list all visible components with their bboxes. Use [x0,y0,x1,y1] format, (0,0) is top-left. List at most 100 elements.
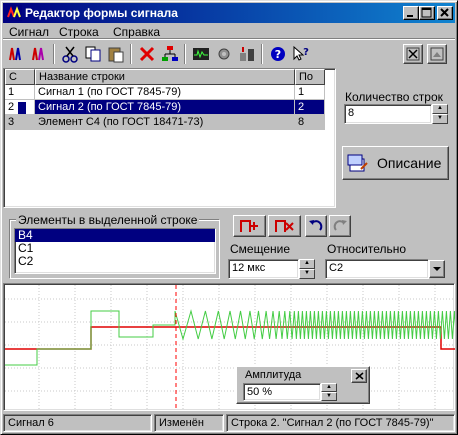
signal-trace-green [5,309,455,366]
toolbar-separator [261,44,263,64]
toolbar-separator [130,44,132,64]
spinner-up-icon[interactable]: ▲ [299,259,315,269]
signal-display[interactable] [3,283,455,411]
menu-help[interactable]: Справка [113,25,160,39]
remove-element-icon [275,220,294,232]
context-help-button[interactable]: ? [290,43,312,65]
delete-icon [139,46,155,62]
offset-spinner[interactable]: ▲ ▼ [299,259,315,279]
toolbar-separator [53,44,55,64]
amplitude-close-button[interactable] [351,369,367,383]
list-item[interactable]: C1 [15,242,215,255]
context-help-icon: ? [293,45,309,61]
settings-icon [218,48,230,60]
minimize-panel-button[interactable] [427,44,447,64]
signal-delete-icon [32,47,44,61]
relative-select[interactable]: C2 [325,259,429,279]
undo-button[interactable] [305,215,327,237]
signal-delete-button[interactable] [28,43,50,65]
minimize-panel-icon [430,47,444,61]
status-row: Строка 2. "Сигнал 2 (по ГОСТ 7845-79)" [226,414,455,432]
svg-text:?: ? [275,48,281,61]
minimize-button[interactable] [403,6,419,20]
spinner-up-icon[interactable]: ▲ [321,383,337,392]
list-item[interactable]: C2 [15,255,215,268]
spinner-up-icon[interactable]: ▲ [432,104,448,114]
table-cell-po: 2 [295,100,325,115]
copy-button[interactable] [82,43,104,65]
menu-row[interactable]: Строка [59,25,99,39]
rows-table[interactable]: С Название строки По 1 Сигнал 1 (по ГОСТ… [3,68,336,208]
offset-input[interactable]: 12 мкс [228,259,299,279]
offset-label: Смещение [230,242,291,256]
settings-button[interactable] [213,43,235,65]
column-header-name[interactable]: Название строки [35,69,295,85]
oscilloscope-icon [193,48,209,60]
signal-add-button[interactable] [5,43,27,65]
amplitude-spinner[interactable]: ▲ ▼ [321,383,337,401]
close-button[interactable] [437,6,453,20]
copy-icon [85,46,101,62]
export-button[interactable] [236,43,258,65]
maximize-icon [421,7,432,18]
oscilloscope-button[interactable] [190,43,212,65]
list-item[interactable]: B4 [15,229,215,242]
undo-icon [309,220,323,231]
table-cell-c: 1 [5,85,35,100]
amplitude-input[interactable]: 50 % [243,383,321,401]
status-state: Изменён [154,414,224,432]
table-cell-name: Элемент С4 (по ГОСТ 18471-73) [35,115,295,130]
column-header-po[interactable]: По [295,69,325,85]
table-cell-po: 8 [295,115,325,130]
table-cell-po: 1 [295,85,325,100]
window-title: Редактор формы сигнала [25,6,178,20]
status-signal: Сигнал 6 [3,414,152,432]
signal-plot [5,285,455,411]
spinner-down-icon[interactable]: ▼ [432,114,448,124]
close-panel-button[interactable] [403,44,423,64]
paste-button[interactable] [105,43,127,65]
help-button[interactable]: ? [267,43,289,65]
spinner-down-icon[interactable]: ▼ [321,392,337,401]
column-header-c[interactable]: С [5,69,35,85]
redo-icon [333,220,347,231]
description-button-label: Описание [377,155,442,171]
app-logo-icon [6,5,22,21]
remove-element-button[interactable] [268,215,301,237]
toolbar: ? ? [3,38,455,68]
elements-group-title: Элементы в выделенной строке [16,213,200,227]
description-button[interactable]: Описание [342,146,449,180]
close-icon [355,372,364,380]
menu-signal[interactable]: Сигнал [9,25,49,39]
row-cursor [18,102,26,114]
redo-button[interactable] [329,215,351,237]
export-icon [240,47,254,61]
amplitude-panel[interactable]: Амплитуда 50 % ▲ ▼ [236,366,370,404]
table-cell-c: 3 [5,115,35,130]
minimize-icon [407,15,413,17]
delete-button[interactable] [136,43,158,65]
table-cell-name: Сигнал 1 (по ГОСТ 7845-79) [35,85,295,100]
title-bar[interactable]: Редактор формы сигнала [3,3,455,23]
add-element-button[interactable] [233,215,266,237]
relative-label: Относительно [327,242,407,256]
toolbar-separator [184,44,186,64]
paste-icon [108,47,124,63]
close-icon [440,8,449,17]
tree-icon [162,46,178,61]
elements-listbox[interactable]: B4 C1 C2 [14,228,216,274]
tree-button[interactable] [159,43,181,65]
svg-text:?: ? [303,47,309,58]
description-icon [347,154,368,172]
add-element-icon [240,220,258,232]
maximize-button[interactable] [419,6,435,20]
help-icon: ? [271,47,285,61]
row-count-label: Количество строк [345,90,443,104]
spinner-down-icon[interactable]: ▼ [299,269,315,279]
cut-button[interactable] [59,43,81,65]
relative-dropdown-button[interactable] [429,260,445,278]
row-count-input[interactable]: 8 [344,104,432,124]
signal-add-icon [9,47,21,61]
cut-icon [62,46,78,63]
row-count-spinner[interactable]: ▲ ▼ [432,104,448,124]
